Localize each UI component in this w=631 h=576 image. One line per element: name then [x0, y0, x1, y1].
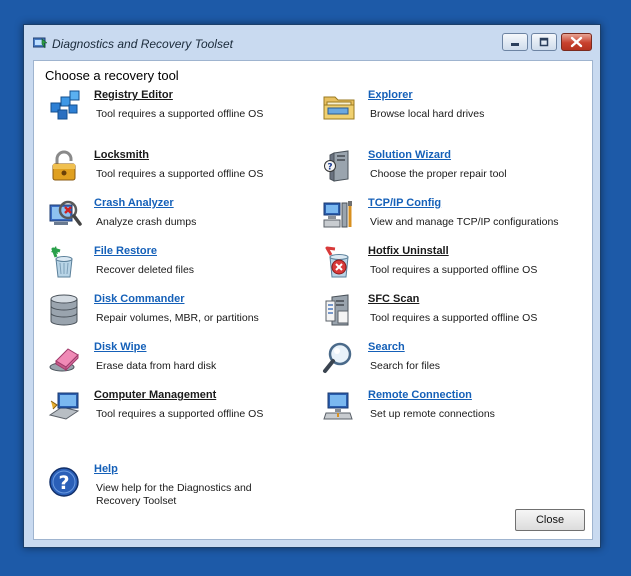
- tool-description: Erase data from hard disk: [96, 360, 217, 372]
- window-close-button[interactable]: [561, 33, 592, 51]
- crash-analyzer-icon: [49, 200, 82, 226]
- tool-description: Recover deleted files: [96, 264, 195, 276]
- tool-sfc-scan: SFC Scan Tool requires a supported offli…: [322, 293, 582, 339]
- disk-stack-icon: [50, 294, 78, 326]
- tool-hotfix-uninstall: Hotfix Uninstall Tool requires a support…: [322, 245, 582, 291]
- close-icon: [570, 36, 583, 48]
- minimize-icon: [511, 43, 519, 46]
- dart-window: Diagnostics and Recovery Toolset Choose …: [23, 24, 601, 548]
- tool-description: View and manage TCP/IP configurations: [370, 216, 559, 228]
- remote-connection-icon: [323, 392, 353, 420]
- sfc-scan-icon: [325, 294, 349, 326]
- magnifier-icon: [323, 342, 352, 373]
- tool-description: Tool requires a supported offline OS: [370, 312, 538, 324]
- folder-icon: [323, 96, 355, 120]
- help-icon: ?: [49, 467, 79, 497]
- tool-panel: Choose a recovery tool Registry Editor T…: [33, 60, 593, 540]
- minimize-button[interactable]: [502, 33, 528, 51]
- help-link[interactable]: Help: [94, 463, 118, 475]
- help-item: ? Help View help for the Diagnostics and…: [48, 463, 308, 523]
- tool-name[interactable]: Explorer: [368, 89, 413, 101]
- tool-solution-wizard: ? Solution Wizard Choose the proper repa…: [322, 149, 582, 195]
- registry-editor-icon: [50, 90, 80, 120]
- tool-description: Analyze crash dumps: [96, 216, 197, 228]
- tool-name[interactable]: TCP/IP Config: [368, 197, 441, 209]
- tool-name[interactable]: Crash Analyzer: [94, 197, 174, 209]
- tool-description: Tool requires a supported offline OS: [96, 168, 264, 180]
- eraser-icon: [49, 348, 79, 372]
- tool-description: Tool requires a supported offline OS: [370, 264, 538, 276]
- svg-text:?: ?: [327, 163, 332, 173]
- maximize-button[interactable]: [531, 33, 557, 51]
- title-bar[interactable]: Diagnostics and Recovery Toolset: [24, 25, 600, 53]
- tool-name[interactable]: Remote Connection: [368, 389, 472, 401]
- network-config-icon: [323, 201, 352, 228]
- tool-description: Repair volumes, MBR, or partitions: [96, 312, 259, 324]
- maximize-icon: [539, 37, 549, 47]
- svg-text:?: ?: [58, 472, 69, 494]
- solution-wizard-icon: ?: [324, 150, 349, 182]
- help-description: View help for the Diagnostics and Recove…: [96, 482, 252, 507]
- tool-description: Tool requires a supported offline OS: [96, 408, 264, 420]
- tool-description: Tool requires a supported offline OS: [96, 108, 264, 120]
- tool-file-restore: File Restore Recover deleted files: [48, 245, 308, 291]
- tool-locksmith: Locksmith Tool requires a supported offl…: [48, 149, 308, 195]
- tool-name[interactable]: Disk Commander: [94, 293, 184, 305]
- recycle-bin-icon: [51, 246, 73, 278]
- tool-tcpip-config: TCP/IP Config View and manage TCP/IP con…: [322, 197, 582, 243]
- tool-remote-connection: Remote Connection Set up remote connecti…: [322, 389, 582, 435]
- tool-description: Search for files: [370, 360, 441, 372]
- tool-registry-editor: Registry Editor Tool requires a supporte…: [48, 89, 308, 135]
- tool-computer-management: Computer Management Tool requires a supp…: [48, 389, 308, 435]
- tool-name[interactable]: SFC Scan: [368, 293, 419, 305]
- tool-disk-commander: Disk Commander Repair volumes, MBR, or p…: [48, 293, 308, 339]
- tool-name[interactable]: Hotfix Uninstall: [368, 245, 449, 257]
- tool-name[interactable]: File Restore: [94, 245, 157, 257]
- tool-name[interactable]: Registry Editor: [94, 89, 173, 101]
- tool-search: Search Search for files: [322, 341, 582, 387]
- computer-management-icon: [48, 392, 80, 420]
- tool-description: Set up remote connections: [370, 408, 495, 420]
- tool-explorer: Explorer Browse local hard drives: [322, 89, 582, 135]
- tool-name[interactable]: Computer Management: [94, 389, 216, 401]
- hotfix-uninstall-icon: [325, 246, 349, 278]
- tool-name[interactable]: Disk Wipe: [94, 341, 146, 353]
- tool-disk-wipe: Disk Wipe Erase data from hard disk: [48, 341, 308, 387]
- padlock-icon: [52, 150, 76, 181]
- tool-description: Browse local hard drives: [370, 108, 485, 120]
- tool-description: Choose the proper repair tool: [370, 168, 507, 180]
- close-button[interactable]: Close: [515, 509, 585, 531]
- page-heading: Choose a recovery tool: [45, 68, 179, 83]
- tool-name[interactable]: Solution Wizard: [368, 149, 451, 161]
- window-title: Diagnostics and Recovery Toolset: [52, 37, 233, 51]
- app-icon: [33, 37, 47, 49]
- tool-name[interactable]: Search: [368, 341, 405, 353]
- tool-crash-analyzer: Crash Analyzer Analyze crash dumps: [48, 197, 308, 243]
- tool-name[interactable]: Locksmith: [94, 149, 149, 161]
